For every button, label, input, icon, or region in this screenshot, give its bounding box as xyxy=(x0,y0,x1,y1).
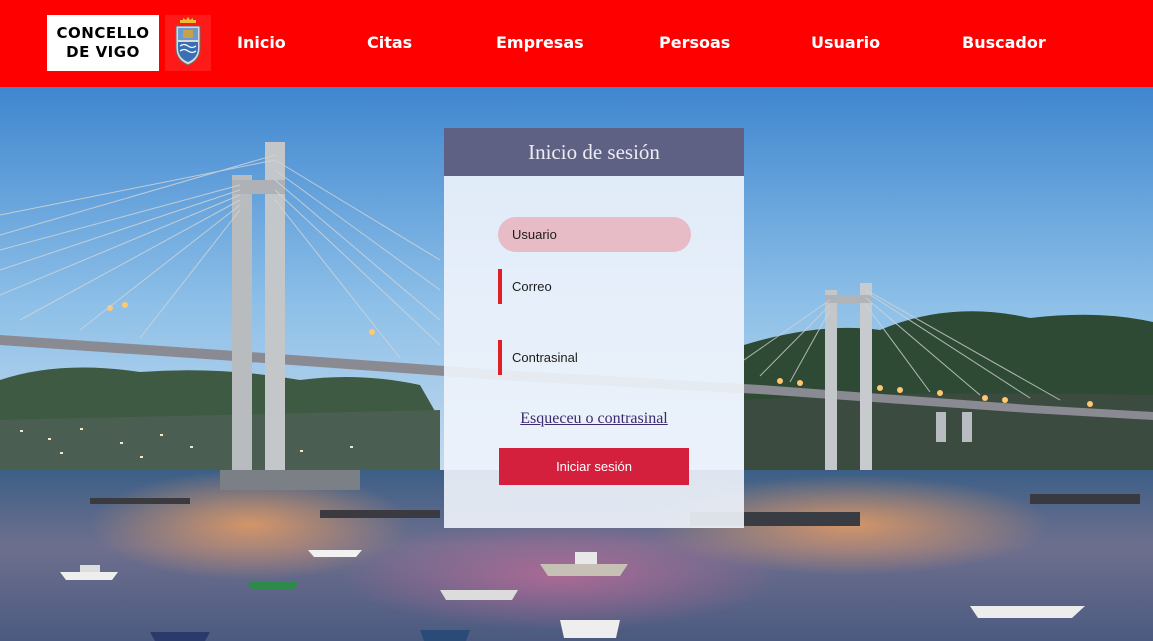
login-panel: Inicio de sesión Usuario Correo Contrasi… xyxy=(444,128,744,528)
nav-inicio[interactable]: Inicio xyxy=(237,32,286,54)
nav-usuario[interactable]: Usuario xyxy=(811,32,880,54)
nav-citas[interactable]: Citas xyxy=(367,32,412,54)
login-title: Inicio de sesión xyxy=(444,128,744,176)
username-placeholder: Usuario xyxy=(512,227,557,242)
password-placeholder: Contrasinal xyxy=(512,350,578,365)
coat-of-arms-icon xyxy=(165,15,211,71)
email-placeholder: Correo xyxy=(512,279,552,294)
nav-empresas[interactable]: Empresas xyxy=(496,32,584,54)
nav-buscador[interactable]: Buscador xyxy=(962,32,1046,54)
logo-wordmark: CONCELLO DE VIGO xyxy=(47,24,159,62)
top-header: CONCELLO DE VIGO Inicio Citas Empresas P… xyxy=(0,0,1153,87)
nav-persoas[interactable]: Persoas xyxy=(659,32,730,54)
concello-de-vigo-logo[interactable]: CONCELLO DE VIGO xyxy=(47,15,163,71)
password-field[interactable]: Contrasinal xyxy=(498,340,691,375)
logo-line-1: CONCELLO xyxy=(56,24,150,42)
username-field[interactable]: Usuario xyxy=(498,217,691,252)
forgot-password-link[interactable]: Esqueceu o contrasinal xyxy=(444,410,744,428)
logo-line-2: DE VIGO xyxy=(66,43,140,61)
email-field[interactable]: Correo xyxy=(498,269,691,304)
login-button[interactable]: Iniciar sesión xyxy=(499,448,689,485)
